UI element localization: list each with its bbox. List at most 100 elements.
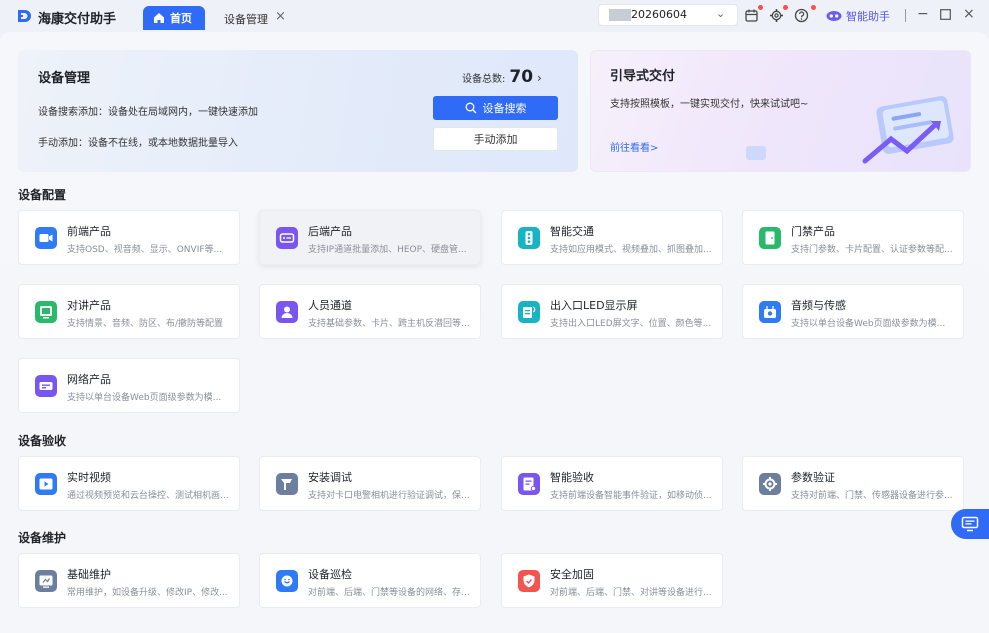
card-desc: 支持基础参数、卡片、跨主机反潜回等... bbox=[308, 319, 470, 329]
app-title: 海康交付助手 bbox=[38, 12, 117, 27]
guide-link[interactable]: 前往看看> bbox=[610, 139, 658, 154]
card-access-control[interactable]: 门禁产品 支持门参数、卡片配置、认证参数等配... bbox=[742, 210, 964, 265]
card-install-debug[interactable]: 安装调试 支持对卡口电警相机进行验证调试，保... bbox=[259, 456, 481, 511]
card-title: 实时视频 bbox=[67, 471, 111, 484]
guide-subtitle: 支持按照模板，一键实现交付，快来试试吧~ bbox=[610, 99, 809, 110]
floating-screen-button[interactable] bbox=[951, 509, 989, 539]
card-title: 设备巡检 bbox=[308, 568, 352, 581]
tab-home[interactable]: 首页 bbox=[143, 6, 205, 30]
card-title: 对讲产品 bbox=[67, 299, 111, 312]
device-select-value: 20260604 bbox=[631, 8, 687, 21]
calendar-badge bbox=[758, 5, 763, 10]
led-screen-icon bbox=[518, 301, 540, 323]
card-desc: 对前端、后端、门禁等设备的网络、存... bbox=[308, 588, 470, 598]
guided-delivery-banner[interactable]: 引导式交付 支持按照模板，一键实现交付，快来试试吧~ 前往看看> bbox=[590, 50, 971, 172]
tab-home-label: 首页 bbox=[170, 12, 192, 25]
card-title: 后端产品 bbox=[308, 225, 352, 238]
help-icon[interactable] bbox=[794, 8, 809, 23]
card-desc: 通过视频预览和云台操控、测试相机画... bbox=[67, 491, 229, 501]
card-desc: 支持如应用模式、视频叠加、抓图叠加... bbox=[550, 245, 712, 255]
assistant-icon bbox=[826, 11, 842, 21]
card-personnel-channel[interactable]: 人员通道 支持基础参数、卡片、跨主机反潜回等... bbox=[259, 284, 481, 339]
card-smart-traffic[interactable]: 智能交通 支持如应用模式、视频叠加、抓图叠加... bbox=[501, 210, 723, 265]
nvr-icon bbox=[276, 227, 298, 249]
close-icon[interactable]: × bbox=[275, 9, 286, 24]
network-icon bbox=[35, 375, 57, 397]
person-icon bbox=[276, 301, 298, 323]
card-title: 人员通道 bbox=[308, 299, 352, 312]
card-back-end[interactable]: 后端产品 支持IP通道批量添加、HEOP、硬盘管... bbox=[259, 210, 481, 265]
window-close-icon[interactable]: × bbox=[963, 6, 975, 22]
card-title: 音频与传感 bbox=[791, 299, 846, 312]
card-desc: 对前端、后端、门禁、对讲等设备进行... bbox=[550, 588, 712, 598]
card-smart-acceptance[interactable]: 智能验收 支持前端设备智能事件验证，如移动侦... bbox=[501, 456, 723, 511]
card-front-end[interactable]: 前端产品 支持OSD、视音频、显示、ONVIF等... bbox=[18, 210, 240, 265]
card-desc: 支持对卡口电警相机进行验证调试，保... bbox=[308, 491, 470, 501]
shield-icon bbox=[518, 570, 540, 592]
card-basic-maintenance[interactable]: 基础维护 常用维护，如设备升级、修改IP、修改... bbox=[18, 553, 240, 608]
manual-add-button[interactable]: 手动添加 bbox=[433, 127, 558, 151]
card-title: 前端产品 bbox=[67, 225, 111, 238]
banner-manual-hint: 手动添加：设备不在线，或本地数据批量导入 bbox=[38, 138, 238, 149]
card-desc: 支持OSD、视音频、显示、ONVIF等... bbox=[67, 245, 223, 255]
card-intercom[interactable]: 对讲产品 支持情景、音频、防区、布/撤防等配置 bbox=[18, 284, 240, 339]
calendar-icon[interactable] bbox=[744, 8, 759, 23]
maximize-icon[interactable] bbox=[940, 9, 951, 20]
settings-icon[interactable] bbox=[769, 8, 784, 23]
traffic-light-icon bbox=[518, 227, 540, 249]
guide-deco-chat bbox=[746, 146, 766, 160]
title-bar: 海康交付助手 首页 设备管理 × 20260604 ⌄ 智能助手 − × bbox=[0, 0, 989, 32]
device-search-label: 设备搜索 bbox=[482, 102, 527, 115]
card-title: 网络产品 bbox=[67, 373, 111, 386]
banner-search-hint: 设备搜索添加：设备处在局域网内，一键快速添加 bbox=[38, 107, 258, 118]
settings-badge bbox=[783, 5, 788, 10]
device-search-button[interactable]: 设备搜索 bbox=[433, 96, 558, 120]
card-title: 智能交通 bbox=[550, 225, 594, 238]
door-icon bbox=[759, 227, 781, 249]
card-title: 安装调试 bbox=[308, 471, 352, 484]
smart-check-icon bbox=[518, 473, 540, 495]
maintenance-icon bbox=[35, 570, 57, 592]
logo-icon bbox=[18, 10, 31, 22]
minimize-icon[interactable]: − bbox=[917, 6, 929, 22]
help-badge bbox=[811, 5, 816, 10]
assistant-label: 智能助手 bbox=[846, 10, 890, 23]
card-desc: 支持对前端、门禁、传感器设备进行参... bbox=[791, 491, 953, 501]
card-led-display[interactable]: 出入口LED显示屏 支持出入口LED屏文字、位置、颜色等... bbox=[501, 284, 723, 339]
search-icon bbox=[465, 102, 476, 114]
section-title-config: 设备配置 bbox=[18, 188, 67, 202]
inspection-icon bbox=[276, 570, 298, 592]
device-select-mask bbox=[609, 9, 631, 21]
video-play-icon bbox=[35, 473, 57, 495]
card-security-hardening[interactable]: 安全加固 对前端、后端、门禁、对讲等设备进行... bbox=[501, 553, 723, 608]
card-title: 参数验证 bbox=[791, 471, 835, 484]
card-desc: 常用维护，如设备升级、修改IP、修改... bbox=[67, 588, 228, 598]
device-total-value: 70 bbox=[509, 67, 534, 87]
assistant-button[interactable]: 智能助手 bbox=[826, 8, 890, 24]
card-device-inspection[interactable]: 设备巡检 对前端、后端、门禁等设备的网络、存... bbox=[259, 553, 481, 608]
card-network[interactable]: 网络产品 支持以单台设备Web页面级参数为模... bbox=[18, 358, 240, 413]
card-audio-sensor[interactable]: 音频与传感 支持以单台设备Web页面级参数为模... bbox=[742, 284, 964, 339]
card-title: 出入口LED显示屏 bbox=[550, 299, 638, 312]
device-select[interactable]: 20260604 ⌄ bbox=[598, 4, 738, 26]
card-title: 门禁产品 bbox=[791, 225, 835, 238]
card-desc: 支持情景、音频、防区、布/撤防等配置 bbox=[67, 319, 224, 329]
install-icon bbox=[276, 473, 298, 495]
tab-device-management[interactable]: 设备管理 bbox=[224, 11, 268, 27]
camera-icon bbox=[35, 227, 57, 249]
intercom-icon bbox=[35, 301, 57, 323]
card-title: 安全加固 bbox=[550, 568, 594, 581]
card-title: 基础维护 bbox=[67, 568, 111, 581]
card-desc: 支持以单台设备Web页面级参数为模... bbox=[791, 319, 946, 329]
guide-illustration bbox=[862, 96, 954, 164]
card-desc: 支持IP通道批量添加、HEOP、硬盘管... bbox=[308, 245, 467, 255]
card-desc: 支持以单台设备Web页面级参数为模... bbox=[67, 393, 222, 403]
card-desc: 支持前端设备智能事件验证，如移动侦... bbox=[550, 491, 712, 501]
section-title-maintenance: 设备维护 bbox=[18, 531, 67, 545]
device-total-label: 设备总数: bbox=[462, 74, 506, 85]
card-live-video[interactable]: 实时视频 通过视频预览和云台操控、测试相机画... bbox=[18, 456, 240, 511]
guide-title: 引导式交付 bbox=[610, 69, 676, 84]
device-total[interactable]: 设备总数: 70 › bbox=[462, 67, 542, 87]
device-management-banner: 设备管理 设备搜索添加：设备处在局域网内，一键快速添加 手动添加：设备不在线，或… bbox=[18, 50, 578, 172]
card-param-verify[interactable]: 参数验证 支持对前端、门禁、传感器设备进行参... bbox=[742, 456, 964, 511]
